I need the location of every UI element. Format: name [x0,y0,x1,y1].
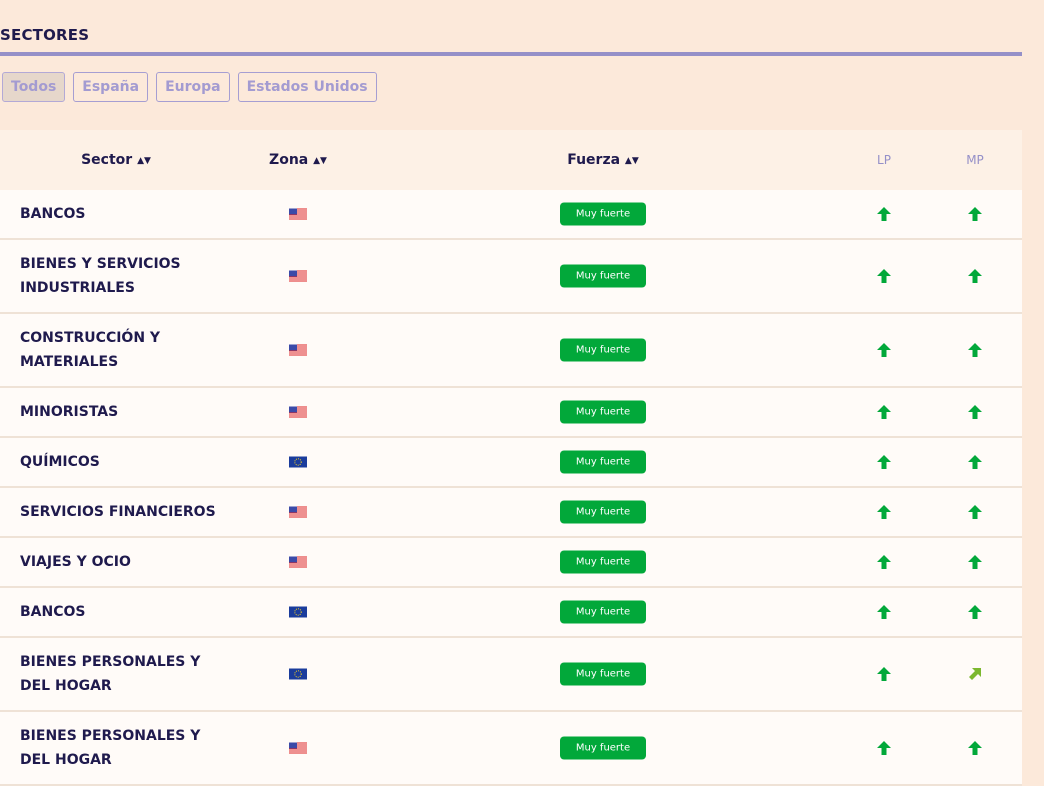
sector-name: MINORISTAS [20,404,119,420]
filter-todos[interactable]: Todos [2,72,66,102]
mp-arrow-up-icon [967,554,983,570]
us-flag-icon [289,556,307,568]
sort-zona-header[interactable]: Zona ▲▼ [269,130,327,190]
eu-flag-icon [289,668,307,680]
mp-arrow-up-icon [967,504,983,520]
sector-name: BIENES PERSONALES Y DEL HOGAR [20,654,201,694]
sort-icon: ▲▼ [313,156,327,166]
sector-name: VIAJES Y OCIO [20,554,131,570]
zone-filters: Todos España Europa Estados Unidos [2,72,377,102]
sector-name: BANCOS [20,206,86,222]
strength-badge: Muy fuerte [560,662,646,686]
strength-badge: Muy fuerte [560,600,646,624]
mp-arrow-up-right-icon [967,666,983,682]
sectors-table: Sector ▲▼ Zona ▲▼ Fuerza ▲▼ LP MP BANCOS… [0,130,1022,786]
lp-header: LP [877,153,891,167]
table-row[interactable]: BIENES Y SERVICIOS INDUSTRIALES Muy fuert… [0,240,1022,314]
sort-sector-header[interactable]: Sector ▲▼ [81,130,151,190]
lp-arrow-up-icon [876,268,892,284]
lp-arrow-up-icon [876,604,892,620]
header-label: Sector [81,152,133,168]
lp-arrow-up-icon [876,206,892,222]
sector-name: BIENES PERSONALES Y DEL HOGAR [20,728,201,768]
filter-españa[interactable]: España [73,72,149,102]
mp-arrow-up-icon [967,342,983,358]
header-label: Zona [269,152,309,168]
us-flag-icon [289,742,307,754]
sort-icon: ▲▼ [137,156,151,166]
page-title: SECTORES [0,26,90,44]
us-flag-icon [289,270,307,282]
lp-arrow-up-icon [876,454,892,470]
eu-flag-icon [289,456,307,468]
strength-badge: Muy fuerte [560,736,646,760]
us-flag-icon [289,344,307,356]
sector-name: BIENES Y SERVICIOS INDUSTRIALES [20,256,181,296]
strength-badge: Muy fuerte [560,338,646,362]
mp-arrow-up-icon [967,404,983,420]
mp-arrow-up-icon [967,268,983,284]
sort-icon: ▲▼ [624,156,639,166]
strength-badge: Muy fuerte [560,400,646,424]
table-row[interactable]: BIENES PERSONALES Y DEL HOGAR Muy fuerte [0,638,1022,712]
table-row[interactable]: SERVICIOS FINANCIEROS Muy fuerte [0,488,1022,538]
header-label: Fuerza [567,152,621,168]
table-row[interactable]: BANCOS Muy fuerte [0,588,1022,638]
table-row[interactable]: VIAJES Y OCIO Muy fuerte [0,538,1022,588]
table-row[interactable]: MINORISTAS Muy fuerte [0,388,1022,438]
lp-arrow-up-icon [876,554,892,570]
mp-arrow-up-icon [967,740,983,756]
strength-badge: Muy fuerte [560,450,646,474]
lp-arrow-up-icon [876,504,892,520]
sector-name: CONSTRUCCIÓN Y MATERIALES [20,330,161,370]
lp-arrow-up-icon [876,666,892,682]
strength-badge: Muy fuerte [560,202,646,226]
us-flag-icon [289,506,307,518]
table-row[interactable]: CONSTRUCCIÓN Y MATERIALES Muy fuerte [0,314,1022,388]
lp-arrow-up-icon [876,740,892,756]
mp-arrow-up-icon [967,604,983,620]
strength-badge: Muy fuerte [560,500,646,524]
title-divider [0,52,1022,56]
mp-header: MP [966,153,984,167]
table-row[interactable]: QUÍMICOS Muy fuerte [0,438,1022,488]
mp-arrow-up-icon [967,206,983,222]
us-flag-icon [289,406,307,418]
filter-estados-unidos[interactable]: Estados Unidos [237,72,377,102]
filter-europa[interactable]: Europa [156,72,230,102]
sector-name: SERVICIOS FINANCIEROS [20,504,216,520]
us-flag-icon [289,208,307,220]
eu-flag-icon [289,606,307,618]
sector-name: BANCOS [20,604,86,620]
sort-fuerza-header[interactable]: Fuerza ▲▼ [567,130,639,190]
sector-name: QUÍMICOS [20,454,100,470]
table-row[interactable]: BIENES PERSONALES Y DEL HOGAR Muy fuerte [0,712,1022,786]
strength-badge: Muy fuerte [560,550,646,574]
strength-badge: Muy fuerte [560,264,646,288]
table-row[interactable]: BANCOS Muy fuerte [0,190,1022,240]
lp-arrow-up-icon [876,404,892,420]
mp-arrow-up-icon [967,454,983,470]
lp-arrow-up-icon [876,342,892,358]
table-header: Sector ▲▼ Zona ▲▼ Fuerza ▲▼ LP MP [0,130,1022,190]
